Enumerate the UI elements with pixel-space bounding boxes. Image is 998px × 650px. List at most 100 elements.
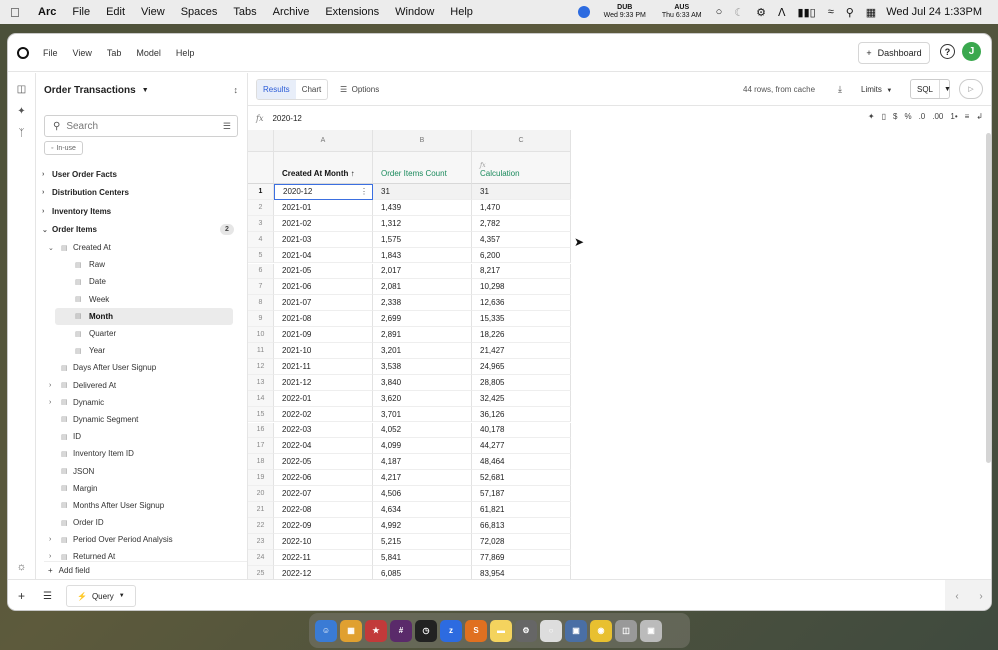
tabs-menu-icon[interactable]: ☰ <box>43 591 52 602</box>
table-cell[interactable]: 2021-06 <box>274 279 373 296</box>
table-cell[interactable]: 36,126 <box>472 406 571 423</box>
chevron-right-icon[interactable]: › <box>979 591 982 602</box>
table-cell[interactable]: 57,187 <box>472 486 571 502</box>
table-cell[interactable]: 4,187 <box>373 454 472 471</box>
table-cell[interactable]: 4,052 <box>373 422 472 439</box>
row-number[interactable]: 15 <box>248 406 274 423</box>
table-cell[interactable]: 4,992 <box>373 517 472 534</box>
notes-icon[interactable]: ▬ <box>490 619 512 642</box>
tab-chart[interactable]: Chart <box>296 80 328 99</box>
row-number[interactable]: 8 <box>248 295 274 312</box>
app-icon[interactable]: ★ <box>365 619 387 642</box>
decrease-decimal-icon[interactable]: .0 <box>919 112 926 121</box>
table-cell[interactable]: 5,841 <box>373 549 472 566</box>
table-cell[interactable]: 5,215 <box>373 533 472 550</box>
sidebar-toggle-icon[interactable]: ◫ <box>17 84 26 95</box>
table-cell[interactable]: 2,338 <box>373 295 472 312</box>
sidebar-field-year[interactable]: ▤ Year <box>36 342 247 359</box>
row-number[interactable]: 2 <box>248 199 274 216</box>
table-cell[interactable]: 2022-01 <box>274 390 373 407</box>
table-cell[interactable]: 2022-06 <box>274 470 373 487</box>
freeze-column-icon[interactable]: ▯ <box>882 112 886 121</box>
table-cell[interactable]: 4,099 <box>373 438 472 455</box>
table-cell[interactable]: 2,699 <box>373 311 472 328</box>
table-cell[interactable]: 2022-11 <box>274 549 373 566</box>
row-number[interactable]: 22 <box>248 517 274 534</box>
table-cell[interactable]: 31 <box>373 184 472 200</box>
sidebar-field-created-at[interactable]: ⌄ ▤ Created At <box>36 239 247 256</box>
gear-icon[interactable]: ⚙ <box>756 6 766 19</box>
table-cell[interactable]: 2021-07 <box>274 295 373 312</box>
downloads-icon[interactable]: ◫ <box>615 619 637 642</box>
column-letter-b[interactable]: B <box>373 130 472 152</box>
run-query-button[interactable]: ▷ <box>959 79 983 99</box>
table-cell[interactable]: 2022-05 <box>274 454 373 471</box>
apple-icon[interactable]:  <box>10 5 24 20</box>
table-cell[interactable]: 3,840 <box>373 374 472 391</box>
sidebar-field-dynamic-segment[interactable]: ▤ Dynamic Segment <box>36 411 247 428</box>
sidebar-field-raw[interactable]: ▤ Raw <box>36 256 247 273</box>
menubar-item-archive[interactable]: Archive <box>273 6 310 18</box>
increase-decimal-icon[interactable]: .00 <box>932 112 943 121</box>
finder-icon[interactable]: ☺ <box>315 619 337 642</box>
row-number[interactable]: 23 <box>248 533 274 550</box>
collapse-icon[interactable]: ↕ <box>234 85 239 95</box>
table-cell[interactable]: 2,081 <box>373 279 472 296</box>
table-cell[interactable]: 10,298 <box>472 279 571 296</box>
table-cell[interactable]: 2022-04 <box>274 438 373 455</box>
table-cell[interactable]: 6,200 <box>472 247 571 264</box>
clock-app-icon[interactable]: ◷ <box>415 619 437 642</box>
preview-icon[interactable]: ▣ <box>565 619 587 642</box>
sidebar-field-dynamic[interactable]: › ▤ Dynamic <box>36 394 247 411</box>
table-cell[interactable]: 2022-12 <box>274 565 373 579</box>
table-cell[interactable]: 2021-04 <box>274 247 373 264</box>
system-settings-icon[interactable]: ⚙ <box>515 619 537 642</box>
table-cell[interactable]: 2022-09 <box>274 517 373 534</box>
row-number[interactable]: 4 <box>248 231 274 248</box>
topic-selector[interactable]: Order Transactions ▼ <box>44 85 149 96</box>
column-letter-c[interactable]: C <box>472 130 571 152</box>
table-cell[interactable]: 3,620 <box>373 390 472 407</box>
launchpad-icon[interactable]: ▦ <box>340 619 362 642</box>
row-number[interactable]: 21 <box>248 502 274 518</box>
table-cell[interactable]: 2022-08 <box>274 502 373 518</box>
row-number[interactable]: 3 <box>248 215 274 232</box>
topbar-menu-view[interactable]: View <box>73 48 92 58</box>
menubar-item-window[interactable]: Window <box>395 6 434 18</box>
menubar-item-help[interactable]: Help <box>450 6 473 18</box>
vertical-scrollbar[interactable] <box>986 133 991 463</box>
query-tab[interactable]: ⚡ Query ▼ <box>65 585 136 607</box>
row-number[interactable]: 12 <box>248 358 274 375</box>
row-number[interactable]: 20 <box>248 486 274 502</box>
ai-sparkle-icon[interactable]: ✦ <box>17 106 25 117</box>
spotlight-search-icon[interactable]: ⚲ <box>846 6 854 19</box>
caret-down-icon[interactable]: ▼ <box>940 86 955 93</box>
control-center-icon[interactable]: ▦ <box>866 6 876 19</box>
table-cell[interactable]: 1,312 <box>373 215 472 232</box>
sidebar-field-inventory-item-id[interactable]: ▤ Inventory Item ID <box>36 445 247 462</box>
row-number[interactable]: 19 <box>248 470 274 487</box>
align-icon[interactable]: ≡ <box>965 112 970 121</box>
table-cell[interactable]: 4,217 <box>373 470 472 487</box>
world-clock-dub[interactable]: DUB Wed 9:33 PM <box>604 4 646 20</box>
add-field-button[interactable]: + Add field <box>44 561 247 579</box>
omni-logo-icon[interactable] <box>17 46 29 59</box>
table-cell[interactable]: 18,226 <box>472 327 571 343</box>
table-cell[interactable]: 1,843 <box>373 247 472 264</box>
avatar[interactable]: J <box>962 42 981 61</box>
row-number[interactable]: 25 <box>248 565 274 579</box>
sidebar-group-distribution-centers[interactable]: › Distribution Centers <box>36 184 247 203</box>
zoom-status-icon[interactable] <box>577 6 590 18</box>
table-cell[interactable]: 1,470 <box>472 199 571 216</box>
table-cell[interactable]: 4,634 <box>373 502 472 518</box>
sidebar-field-delivered-at[interactable]: › ▤ Delivered At <box>36 377 247 394</box>
wrap-text-icon[interactable]: ↲ <box>976 112 983 121</box>
topbar-menu-tab[interactable]: Tab <box>107 48 122 58</box>
circle-icon[interactable]: ○ <box>716 6 723 18</box>
row-number[interactable]: 5 <box>248 247 274 264</box>
row-number[interactable]: 1 <box>248 184 274 200</box>
wifi-icon[interactable]: ≈ <box>828 6 834 18</box>
new-tab-plus-icon[interactable]: + <box>18 589 25 603</box>
trash-icon[interactable]: ▣ <box>640 619 662 642</box>
table-cell[interactable]: 2,017 <box>373 263 472 280</box>
